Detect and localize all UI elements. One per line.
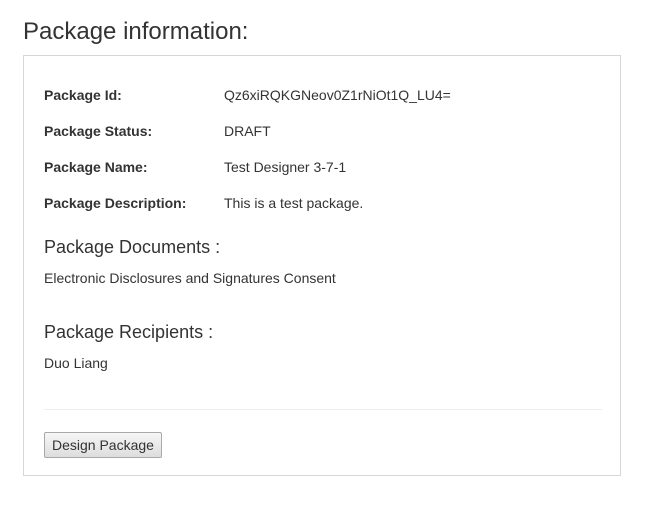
package-id-row: Package Id: Qz6xiRQKGNeov0Z1rNiOt1Q_LU4=	[44, 86, 451, 104]
package-status-row: Package Status: DRAFT	[44, 122, 271, 140]
package-status-label: Package Status:	[44, 123, 153, 139]
package-name-value: Test Designer 3-7-1	[224, 159, 347, 175]
recipients-heading: Package Recipients :	[44, 322, 214, 342]
design-package-button[interactable]: Design Package	[44, 432, 162, 458]
package-id-label: Package Id:	[44, 87, 122, 103]
package-description-row: Package Description: This is a test pack…	[44, 194, 363, 212]
package-name-label: Package Name:	[44, 159, 148, 175]
package-id-value: Qz6xiRQKGNeov0Z1rNiOt1Q_LU4=	[224, 87, 451, 103]
page-title: Package information:	[23, 18, 249, 45]
documents-heading: Package Documents :	[44, 237, 221, 257]
package-description-label: Package Description:	[44, 195, 187, 211]
recipient-item: Duo Liang	[44, 355, 108, 371]
package-description-value: This is a test package.	[224, 195, 364, 211]
document-item: Electronic Disclosures and Signatures Co…	[44, 270, 336, 286]
page: Package information: Package Id: Qz6xiRQ…	[0, 0, 666, 523]
divider	[44, 409, 602, 410]
package-name-row: Package Name: Test Designer 3-7-1	[44, 158, 346, 176]
package-status-value: DRAFT	[224, 123, 271, 139]
package-info-panel: Package Id: Qz6xiRQKGNeov0Z1rNiOt1Q_LU4=…	[23, 55, 621, 476]
